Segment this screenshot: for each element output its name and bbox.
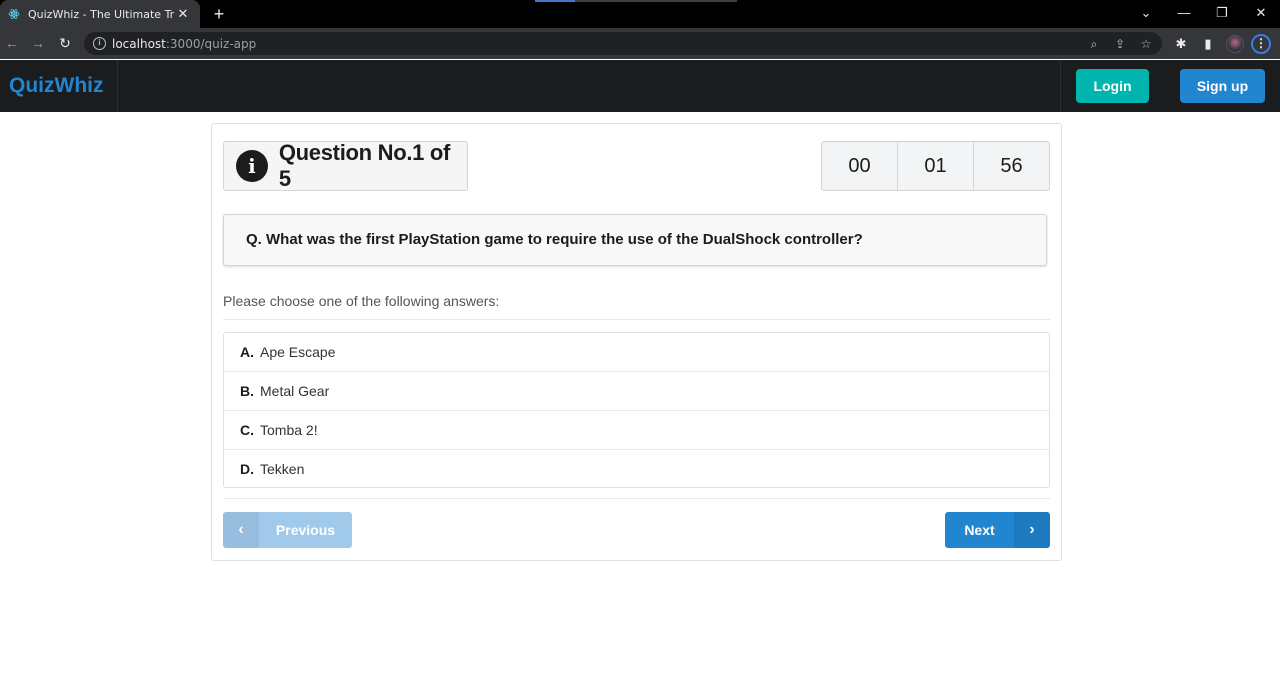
timer-seconds: 56: [1000, 155, 1023, 177]
answer-letter: B.: [240, 383, 254, 399]
chevron-left-icon: ‹: [223, 512, 259, 548]
address-url[interactable]: localhost:3000/quiz-app: [112, 37, 256, 51]
forward-arrow-icon[interactable]: →: [27, 32, 49, 54]
answer-option-c[interactable]: C. Tomba 2!: [224, 411, 1049, 450]
answer-text: Tomba 2!: [260, 422, 318, 438]
answer-option-d[interactable]: D. Tekken: [224, 450, 1049, 489]
new-tab-icon[interactable]: +: [208, 3, 230, 25]
back-arrow-icon[interactable]: ←: [1, 32, 23, 54]
extensions-puzzle-icon[interactable]: ✱: [1171, 34, 1191, 54]
info-icon: i: [236, 150, 268, 182]
browser-menu-icon[interactable]: ⋮: [1251, 34, 1271, 54]
question-text: Q. What was the first PlayStation game t…: [223, 214, 1047, 266]
next-label: Next: [964, 522, 995, 538]
answer-prompt: Please choose one of the following answe…: [223, 293, 500, 309]
divider: [223, 498, 1050, 499]
address-bar[interactable]: i localhost:3000/quiz-app ⌕ ⇪ ☆: [84, 32, 1162, 55]
brand-logo[interactable]: QuizWhiz: [0, 60, 118, 112]
reload-icon[interactable]: ↻: [54, 32, 76, 54]
answer-list: A. Ape Escape B. Metal Gear C. Tomba 2! D. T…: [223, 332, 1050, 488]
timer-hours: 00: [822, 142, 898, 190]
quiz-card: i Question No.1 of 5 00 01 56 Q. What wa…: [211, 123, 1062, 561]
previous-label: Previous: [275, 522, 336, 538]
close-window-icon[interactable]: ✕: [1243, 0, 1279, 28]
zoom-icon[interactable]: ⌕: [1085, 35, 1103, 53]
tab-close-icon[interactable]: ✕: [174, 6, 192, 22]
browser-toolbar: ← → ↻ i localhost:3000/quiz-app ⌕ ⇪ ☆ ✱ …: [0, 28, 1280, 59]
answer-letter: D.: [240, 461, 254, 477]
side-panel-icon[interactable]: ▮: [1198, 34, 1218, 54]
question-number-label: Question No.1 of 5: [278, 140, 451, 191]
minimize-icon[interactable]: —: [1166, 0, 1202, 28]
browser-tabstrip: QuizWhiz - The Ultimate Trivia Q ✕ + ⌄ —…: [0, 0, 1280, 28]
answer-text: Tekken: [260, 461, 305, 477]
login-button[interactable]: Login: [1076, 69, 1149, 103]
answer-text: Metal Gear: [260, 383, 330, 399]
answer-option-a[interactable]: A. Ape Escape: [224, 333, 1049, 372]
chevron-right-icon: ›: [1014, 512, 1050, 548]
question-number-header: i Question No.1 of 5: [223, 140, 468, 191]
tab-loading-indicator: [535, 0, 737, 2]
next-button[interactable]: Next ›: [945, 512, 1050, 548]
answer-letter: C.: [240, 422, 254, 438]
previous-button[interactable]: ‹ Previous: [223, 512, 352, 548]
countdown-timer: 00 01 56: [821, 141, 1050, 191]
site-info-icon[interactable]: i: [93, 37, 106, 50]
react-favicon-icon: [8, 9, 20, 19]
answer-option-b[interactable]: B. Metal Gear: [224, 372, 1049, 411]
app-navbar: QuizWhiz Login Sign up: [0, 60, 1280, 112]
share-icon[interactable]: ⇪: [1111, 35, 1129, 53]
answer-text: Ape Escape: [260, 344, 336, 360]
signup-button[interactable]: Sign up: [1180, 69, 1265, 103]
profile-avatar[interactable]: [1226, 35, 1244, 53]
browser-tab[interactable]: QuizWhiz - The Ultimate Trivia Q ✕: [0, 0, 200, 28]
timer-minutes: 01: [898, 142, 974, 190]
divider: [223, 319, 1050, 320]
tab-search-icon[interactable]: ⌄: [1128, 0, 1164, 28]
restore-icon[interactable]: ❐: [1204, 0, 1240, 28]
tab-title: QuizWhiz - The Ultimate Trivia Q: [28, 7, 174, 21]
bookmark-star-icon[interactable]: ☆: [1137, 35, 1155, 53]
navbar-divider: [1060, 60, 1061, 112]
answer-letter: A.: [240, 344, 254, 360]
